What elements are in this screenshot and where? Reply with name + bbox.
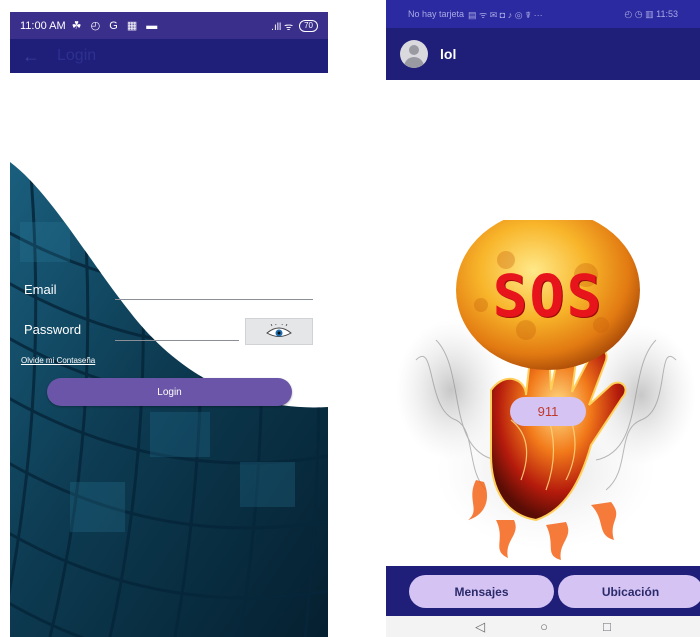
eye-icon xyxy=(266,323,292,337)
email-field[interactable] xyxy=(115,299,313,300)
app-bar: lol xyxy=(386,28,700,80)
nav-back-icon[interactable]: ◁ xyxy=(475,620,485,633)
back-arrow-icon[interactable]: ← xyxy=(22,46,44,67)
status-icons: ☘ ◴ G ▦ ▬ xyxy=(71,20,161,32)
messages-button[interactable]: Mensajes xyxy=(409,575,554,608)
location-button[interactable]: Ubicación xyxy=(558,575,700,608)
forgot-password-link[interactable]: Olvide mi Contaseña xyxy=(21,356,95,365)
user-name: lol xyxy=(440,46,457,62)
login-button[interactable]: Login xyxy=(47,378,292,406)
nav-home-icon[interactable]: ○ xyxy=(540,620,548,633)
avatar-icon[interactable] xyxy=(400,40,428,68)
bottom-bar: Mensajes Ubicación xyxy=(386,566,700,616)
call-911-button[interactable]: 911 xyxy=(510,397,586,426)
sos-screen: No hay tarjeta ▤ ᯤ ✉ ◘ ♪ ◎ ☤ ··· ◴ ◷ ▥ 1… xyxy=(386,0,700,637)
status-time: ◴ ◷ ▥ 11:53 xyxy=(624,8,678,19)
status-bar: No hay tarjeta ▤ ᯤ ✉ ◘ ♪ ◎ ☤ ··· ◴ ◷ ▥ 1… xyxy=(386,0,700,28)
login-screen: 11:00 AM ☘ ◴ G ▦ ▬ .ıll ᯤ 70 ← Login Ema… xyxy=(10,12,328,637)
toggle-password-button[interactable] xyxy=(245,318,313,345)
email-label: Email xyxy=(24,282,57,297)
nav-recents-icon[interactable]: □ xyxy=(603,620,611,633)
system-nav-bar: ◁ ○ □ xyxy=(386,616,700,637)
password-label: Password xyxy=(24,322,82,337)
notification-icons: ▤ ᯤ ✉ ◘ ♪ ◎ ☤ ··· xyxy=(468,9,543,20)
status-time: 11:00 AM xyxy=(20,19,66,32)
password-field[interactable] xyxy=(115,340,239,341)
app-bar: ← Login xyxy=(10,39,328,73)
status-carrier: No hay tarjeta xyxy=(408,9,465,19)
signal-wifi-icon: .ıll ᯤ xyxy=(271,21,294,33)
sos-button[interactable]: SOS xyxy=(458,222,638,370)
page-title: Login xyxy=(57,47,97,64)
battery-icon: 70 xyxy=(299,19,318,32)
sos-label: SOS xyxy=(492,262,604,330)
status-bar: 11:00 AM ☘ ◴ G ▦ ▬ .ıll ᯤ 70 xyxy=(10,12,328,39)
